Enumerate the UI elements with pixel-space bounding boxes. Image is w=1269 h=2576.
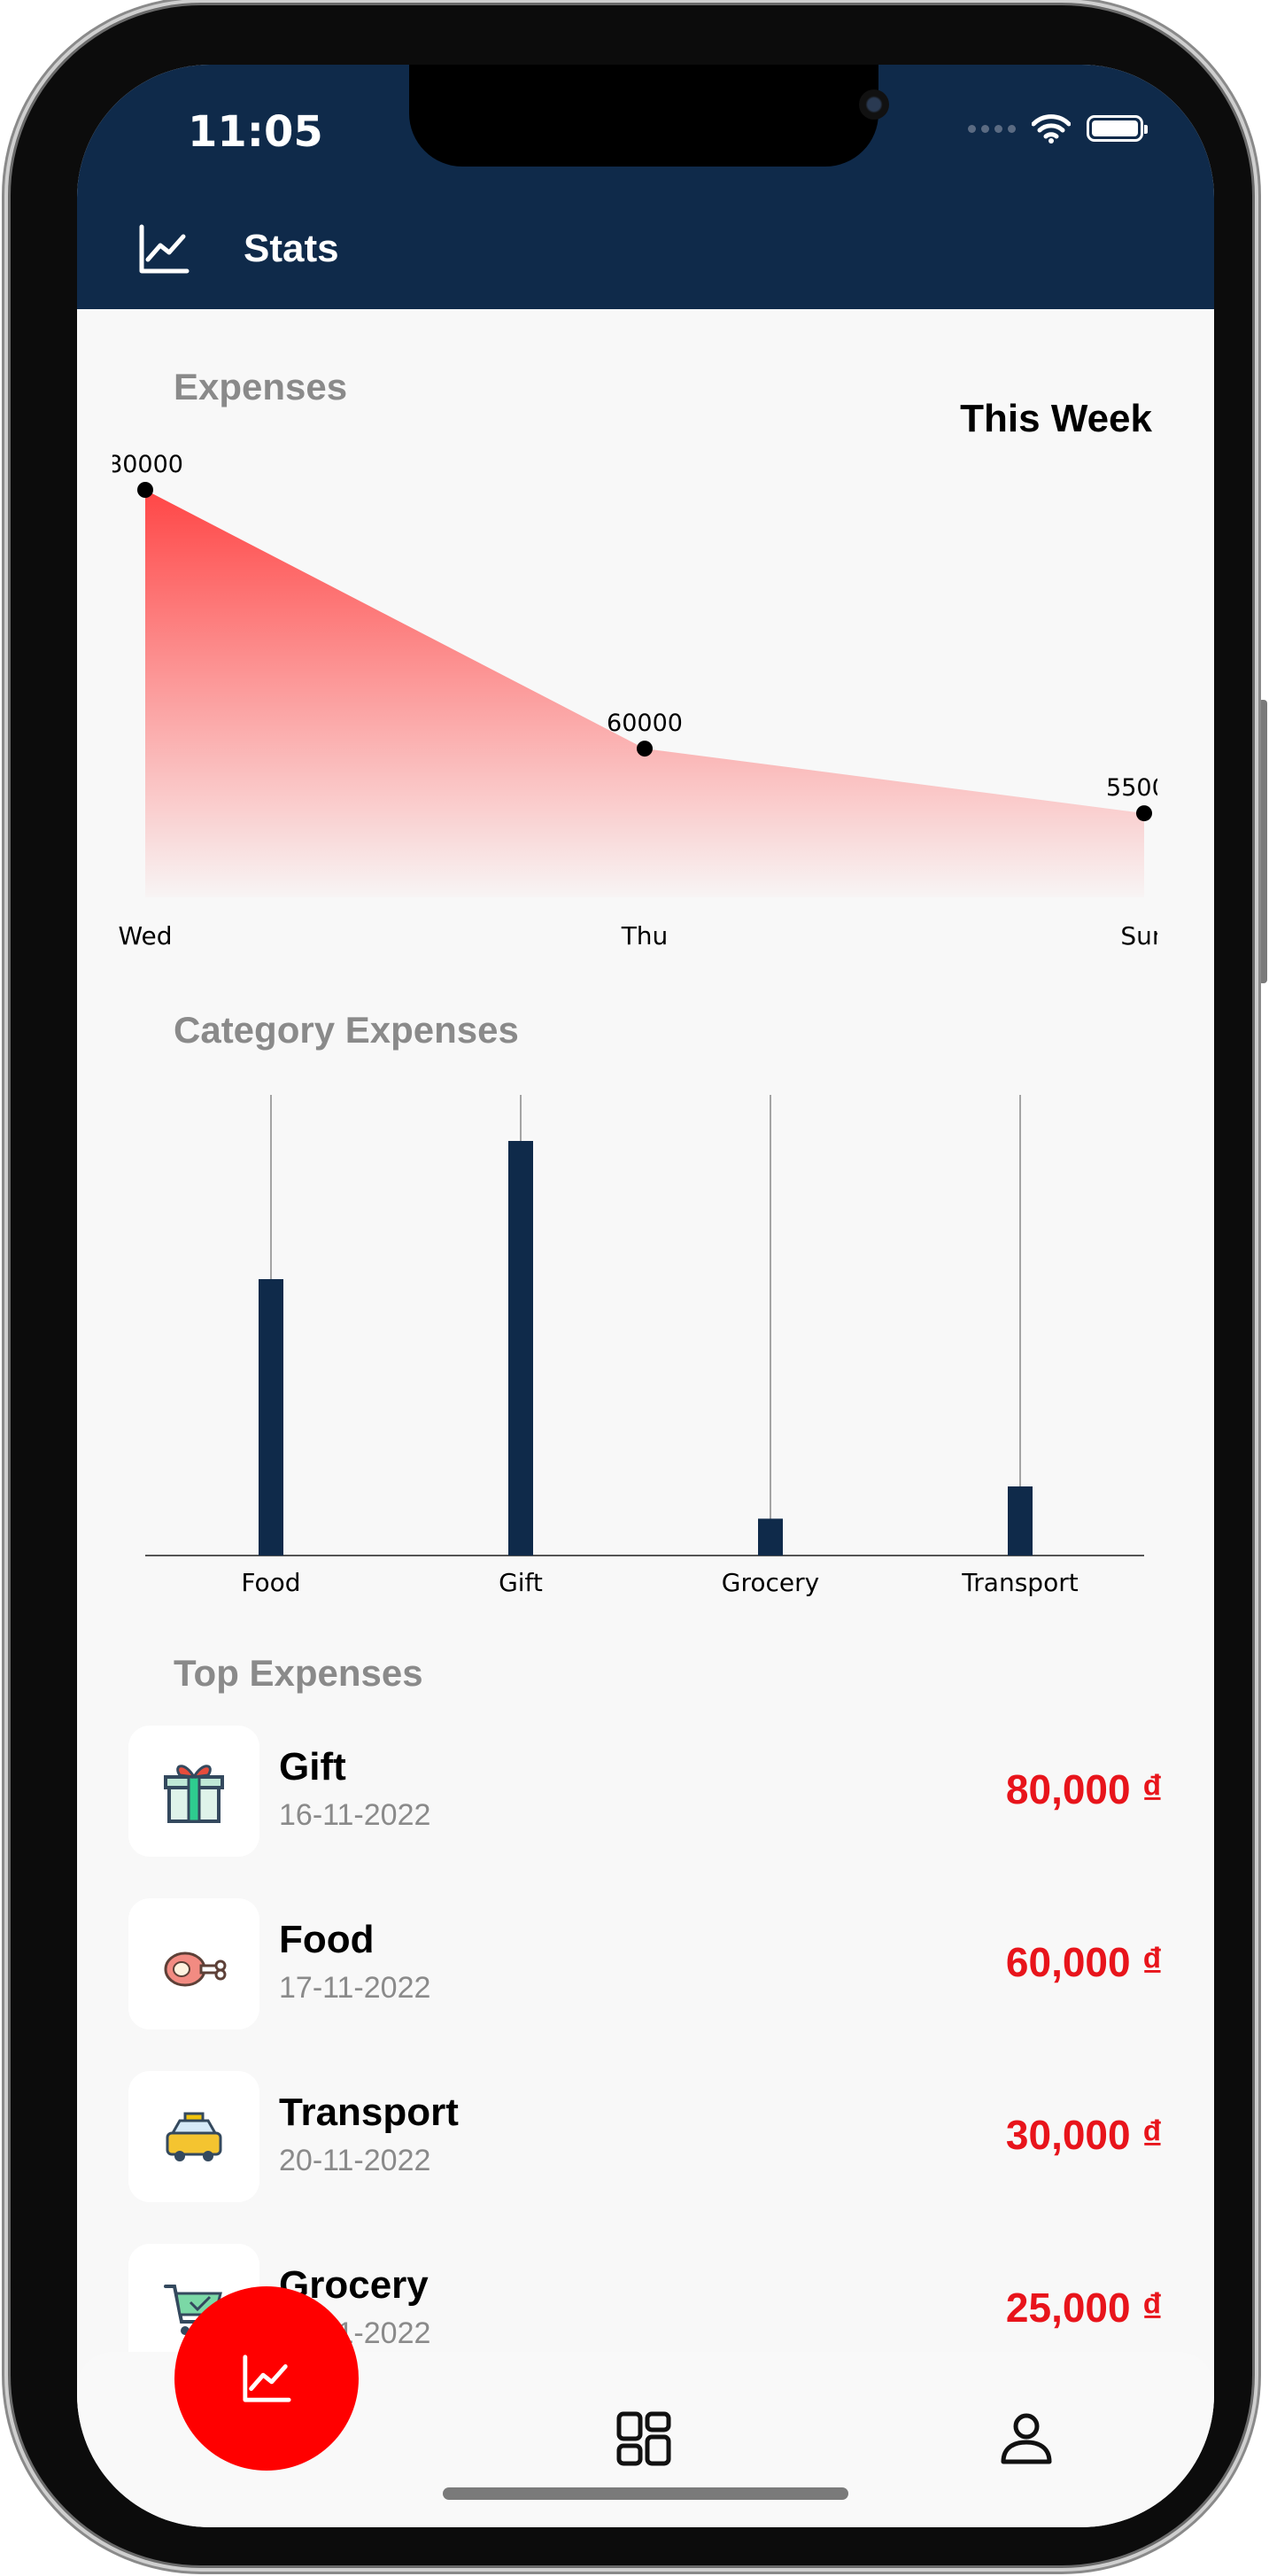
user-icon[interactable] <box>998 2410 1055 2467</box>
home-indicator[interactable] <box>443 2487 848 2500</box>
bar-grocery <box>758 1518 783 1556</box>
ham-icon <box>128 1898 259 2029</box>
expense-item-transport[interactable]: Transport 20-11-2022 30,000 ₫ <box>128 2071 1173 2244</box>
expense-date: 16-11-2022 <box>279 1798 431 1832</box>
bar-transport <box>1008 1486 1033 1556</box>
taxi-icon <box>128 2071 259 2202</box>
x-tick-label: Food <box>241 1568 300 1597</box>
expense-date: 17-11-2022 <box>279 1971 431 2005</box>
volume-down-button <box>2 638 11 744</box>
expense-amount: 80,000 ₫ <box>1005 1766 1163 1812</box>
bar-gift <box>508 1141 533 1556</box>
x-tick-label: Transport <box>961 1568 1078 1597</box>
volume-up-button <box>2 461 11 567</box>
expense-item-food[interactable]: Food 17-11-2022 60,000 ₫ <box>128 1898 1173 2071</box>
expense-name: Gift <box>279 1745 346 1788</box>
nav-stats-button[interactable] <box>174 2286 359 2471</box>
x-tick-label: Grocery <box>722 1568 819 1597</box>
app-screen: 11:05 Stats Expenses This Week 80000 Wed… <box>77 65 1214 2527</box>
expense-amount: 30,000 ₫ <box>1005 2112 1163 2158</box>
expense-name: Transport <box>279 2091 459 2134</box>
bar-food <box>259 1279 283 1556</box>
power-button <box>1258 700 1267 983</box>
expense-name: Food <box>279 1918 375 1961</box>
x-tick-label: Gift <box>499 1568 543 1597</box>
top-expenses-section-title: Top Expenses <box>174 1652 423 1694</box>
category-bar-chart: Food Gift Grocery Transport <box>145 1095 1144 1597</box>
grid-icon[interactable] <box>615 2410 672 2467</box>
expense-amount: 25,000 ₫ <box>1005 2285 1163 2331</box>
expense-amount: 60,000 ₫ <box>1005 1939 1163 1985</box>
action-button <box>2 266 11 319</box>
gift-icon <box>128 1726 259 1857</box>
expense-date: 20-11-2022 <box>279 2144 431 2177</box>
phone-frame: 11:05 Stats Expenses This Week 80000 Wed… <box>11 5 1252 2565</box>
expense-item-gift[interactable]: Gift 16-11-2022 80,000 ₫ <box>128 1726 1173 1898</box>
line-chart-icon <box>243 2355 291 2402</box>
